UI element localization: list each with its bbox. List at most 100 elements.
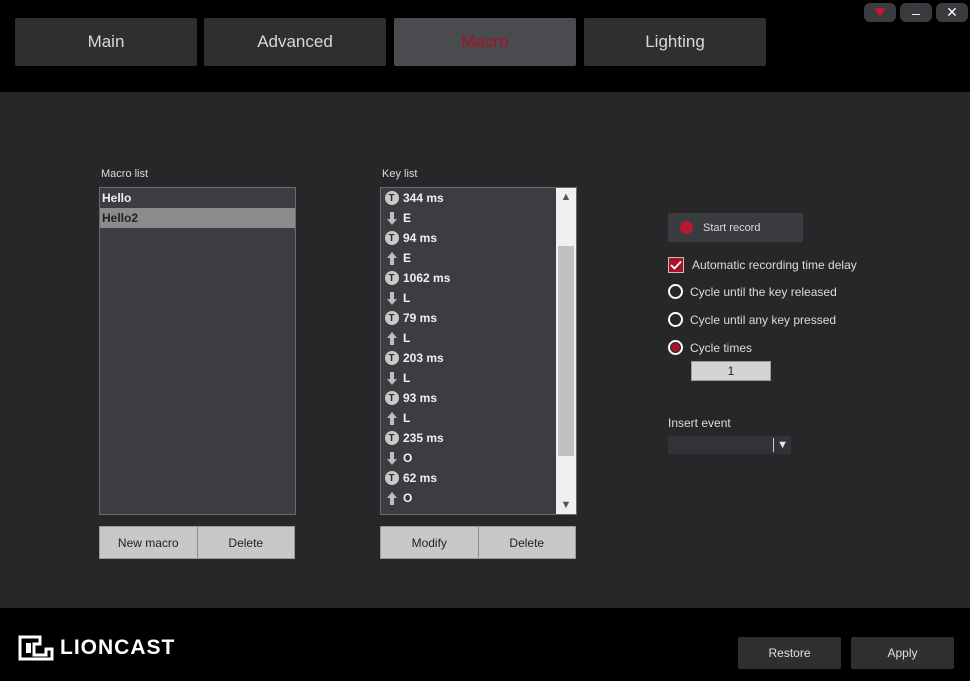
key-list-item[interactable]: O xyxy=(381,488,576,508)
cycle-times-radio[interactable] xyxy=(668,340,683,355)
cycle-release-radio[interactable] xyxy=(668,284,683,299)
key-list-item[interactable]: L xyxy=(381,368,576,388)
key-list-item-text: 235 ms xyxy=(403,431,444,445)
cycle-release-label: Cycle until the key released xyxy=(690,284,837,299)
close-button[interactable]: ✕ xyxy=(936,3,968,22)
timer-icon-glyph: T xyxy=(384,191,399,205)
key-list-item-text: 1062 ms xyxy=(403,271,451,285)
key-list-item-text: O xyxy=(403,451,413,465)
cycle-any-radio[interactable] xyxy=(668,312,683,327)
macro-list-item[interactable]: Hello xyxy=(100,188,295,208)
arrow-up-icon xyxy=(384,331,399,346)
key-list-item[interactable]: L xyxy=(381,288,576,308)
minimize-button[interactable]: – xyxy=(900,3,932,22)
down-triangle-icon xyxy=(874,7,886,17)
timer-icon: T xyxy=(384,271,399,286)
auto-delay-label: Automatic recording time delay xyxy=(692,258,857,272)
restore-button[interactable]: Restore xyxy=(738,637,841,669)
brand-name: LIONCAST xyxy=(60,636,176,659)
scroll-up-icon[interactable]: ▲ xyxy=(556,188,576,206)
key-list-item[interactable]: T 1062 ms xyxy=(381,268,576,288)
lioncast-logo: LIONCAST xyxy=(18,635,175,661)
key-list-item[interactable]: T 94 ms xyxy=(381,228,576,248)
new-macro-button[interactable]: New macro xyxy=(100,527,197,558)
checkmark-icon xyxy=(670,260,682,270)
macro-buttons: New macro Delete xyxy=(99,526,295,559)
timer-icon-glyph: T xyxy=(384,231,399,245)
timer-icon: T xyxy=(384,191,399,206)
apply-button[interactable]: Apply xyxy=(851,637,954,669)
cycle-release-option[interactable]: Cycle until the key released xyxy=(668,284,837,299)
key-list-item[interactable]: T 79 ms xyxy=(381,308,576,328)
key-list-item[interactable]: O xyxy=(381,448,576,468)
chevron-down-icon[interactable]: ▼ xyxy=(777,436,788,454)
scroll-thumb[interactable] xyxy=(558,246,574,456)
key-list-items: T 344 ms E T 94 ms E T 1062 ms L T 79 ms L T 203 ms L T… xyxy=(381,188,576,508)
auto-delay-option[interactable]: Automatic recording time delay xyxy=(668,257,857,273)
tab-advanced[interactable]: Advanced xyxy=(204,18,386,66)
timer-icon: T xyxy=(384,391,399,406)
arrow-up-icon xyxy=(384,251,399,266)
insert-event-label: Insert event xyxy=(668,416,731,430)
menu-button[interactable] xyxy=(864,3,896,22)
key-list-item-text: 79 ms xyxy=(403,311,438,325)
key-list-item-text: L xyxy=(403,411,411,425)
scroll-down-icon[interactable]: ▼ xyxy=(556,496,576,514)
key-list-scrollbar[interactable]: ▲ ▼ xyxy=(556,188,576,514)
timer-icon-glyph: T xyxy=(384,391,399,405)
delete-key-button[interactable]: Delete xyxy=(477,527,576,558)
arrow-down-icon xyxy=(384,451,399,466)
timer-icon-glyph: T xyxy=(384,351,399,365)
key-list-item[interactable]: T 93 ms xyxy=(381,388,576,408)
tab-lighting[interactable]: Lighting xyxy=(584,18,766,66)
delete-macro-button[interactable]: Delete xyxy=(196,527,295,558)
macro-panel: Macro list Hello Hello2 New macro Delete… xyxy=(0,92,970,608)
key-list-item-text: O xyxy=(403,491,413,505)
key-list-label: Key list xyxy=(382,168,418,180)
key-list-item-text: E xyxy=(403,251,412,265)
modify-button[interactable]: Modify xyxy=(381,527,478,558)
timer-icon-glyph: T xyxy=(384,471,399,485)
key-list-item[interactable]: L xyxy=(381,328,576,348)
timer-icon-glyph: T xyxy=(384,431,399,445)
tab-macro[interactable]: Macro xyxy=(394,18,576,66)
key-list-item-text: L xyxy=(403,371,411,385)
start-record-button[interactable]: Start record xyxy=(668,213,803,242)
arrow-down-icon xyxy=(384,291,399,306)
key-list-item-text: L xyxy=(403,291,411,305)
key-list[interactable]: T 344 ms E T 94 ms E T 1062 ms L T 79 ms L T 203 ms L T… xyxy=(380,187,577,515)
start-record-label: Start record xyxy=(703,221,761,234)
macro-list-label: Macro list xyxy=(101,168,149,180)
cycle-times-input[interactable]: 1 xyxy=(691,361,771,381)
arrow-up-icon xyxy=(384,411,399,426)
key-list-item[interactable]: T 203 ms xyxy=(381,348,576,368)
cycle-times-option[interactable]: Cycle times xyxy=(668,340,752,355)
macro-list[interactable]: Hello Hello2 xyxy=(99,187,296,515)
key-list-item[interactable]: E xyxy=(381,248,576,268)
key-list-item[interactable]: L xyxy=(381,408,576,428)
macro-list-item-selected[interactable]: Hello2 xyxy=(100,208,295,228)
timer-icon: T xyxy=(384,471,399,486)
timer-icon: T xyxy=(384,231,399,246)
key-list-item[interactable]: E xyxy=(381,208,576,228)
key-list-item[interactable]: T 235 ms xyxy=(381,428,576,448)
top-bar: Main Advanced Macro Lighting – ✕ xyxy=(0,0,970,92)
timer-icon: T xyxy=(384,431,399,446)
timer-icon-glyph: T xyxy=(384,311,399,325)
timer-icon-glyph: T xyxy=(384,271,399,285)
key-list-item-text: E xyxy=(403,211,412,225)
key-list-item[interactable]: T 62 ms xyxy=(381,468,576,488)
key-list-item-text: L xyxy=(403,331,411,345)
timer-icon: T xyxy=(384,351,399,366)
lioncast-logo-icon xyxy=(18,635,54,661)
key-buttons: Modify Delete xyxy=(380,526,576,559)
insert-event-select[interactable]: ▼ xyxy=(668,436,791,454)
arrow-down-icon xyxy=(384,211,399,226)
key-list-item-text: 93 ms xyxy=(403,391,438,405)
cycle-any-option[interactable]: Cycle until any key pressed xyxy=(668,312,836,327)
select-divider xyxy=(773,438,774,452)
key-list-item[interactable]: T 344 ms xyxy=(381,188,576,208)
auto-delay-checkbox[interactable] xyxy=(668,257,684,273)
key-list-item-text: 203 ms xyxy=(403,351,444,365)
tab-main[interactable]: Main xyxy=(15,18,197,66)
